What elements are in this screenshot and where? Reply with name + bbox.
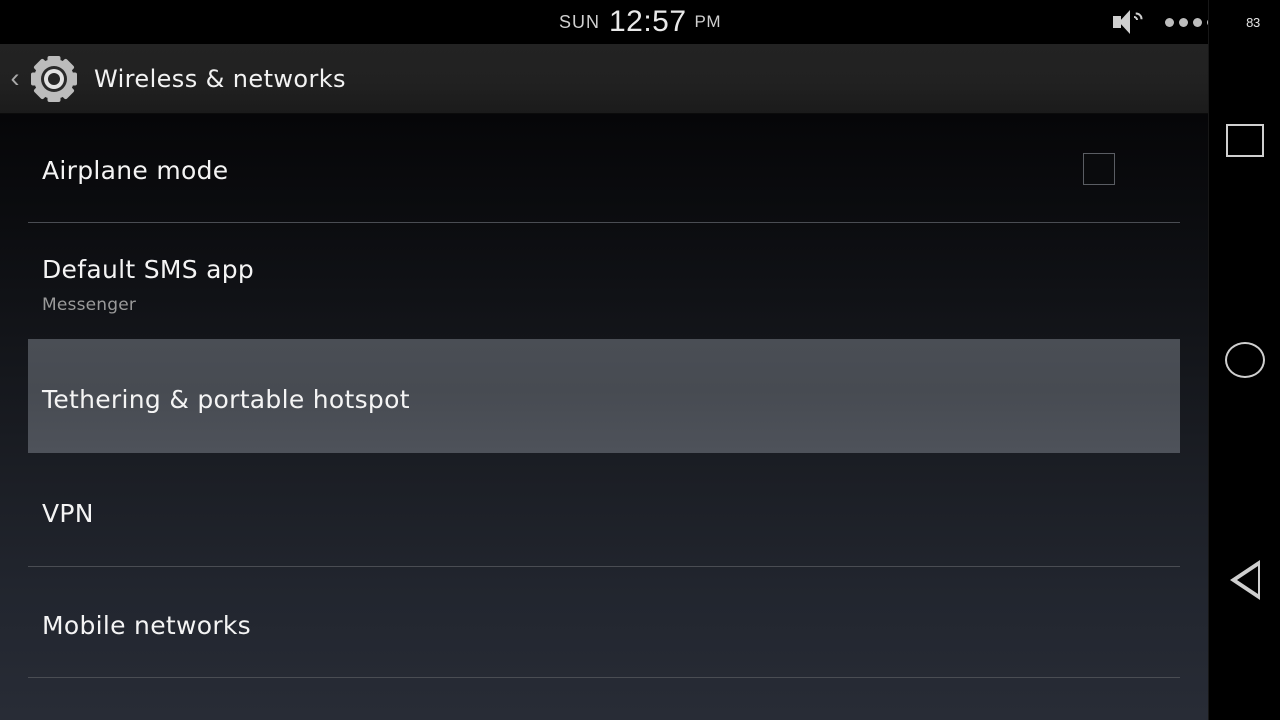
settings-list: Airplane mode Default SMS app Messenger … <box>0 114 1208 720</box>
list-item-tethering-hotspot[interactable]: Tethering & portable hotspot <box>28 339 1180 453</box>
home-button[interactable] <box>1209 324 1280 396</box>
back-button[interactable] <box>1209 544 1280 616</box>
back-chevron-icon[interactable]: ‹ <box>2 65 28 92</box>
status-time: 12:57 <box>608 5 687 38</box>
list-item-label: Default SMS app <box>42 255 255 284</box>
speaker-volume-icon <box>1113 9 1146 35</box>
list-item-label: Airplane mode <box>42 156 229 185</box>
status-bar-clock: SUN 12:57 PM <box>0 0 1280 44</box>
list-item-label: Mobile networks <box>42 611 252 640</box>
list-divider <box>28 677 1180 678</box>
recents-button[interactable] <box>1209 104 1280 176</box>
status-meridiem: PM <box>694 12 722 31</box>
system-navigation-bar <box>1208 0 1280 720</box>
list-item-default-sms-app[interactable]: Default SMS app Messenger <box>0 223 1208 335</box>
airplane-mode-checkbox[interactable] <box>1083 153 1115 185</box>
status-day-of-week: SUN <box>558 11 600 32</box>
device-screen: SUN 12:57 PM 83 ‹ Wireless & networks Ai… <box>0 0 1280 720</box>
triangle-back-icon <box>1230 560 1260 600</box>
battery-level-text: 83 <box>1246 14 1260 30</box>
list-item-airplane-mode[interactable]: Airplane mode <box>0 114 1208 222</box>
list-item-mobile-networks[interactable]: Mobile networks <box>0 567 1208 677</box>
circle-home-icon <box>1225 342 1265 378</box>
gear-icon <box>30 55 78 103</box>
list-item-vpn[interactable]: VPN <box>0 455 1208 565</box>
list-item-label: VPN <box>42 499 94 528</box>
page-title: Wireless & networks <box>94 64 346 93</box>
list-item-label: Tethering & portable hotspot <box>42 385 410 414</box>
status-bar: SUN 12:57 PM 83 <box>0 0 1280 44</box>
app-title-bar: ‹ Wireless & networks <box>0 44 1208 114</box>
list-item-subtitle: Messenger <box>42 295 137 315</box>
square-recents-icon <box>1226 123 1264 157</box>
